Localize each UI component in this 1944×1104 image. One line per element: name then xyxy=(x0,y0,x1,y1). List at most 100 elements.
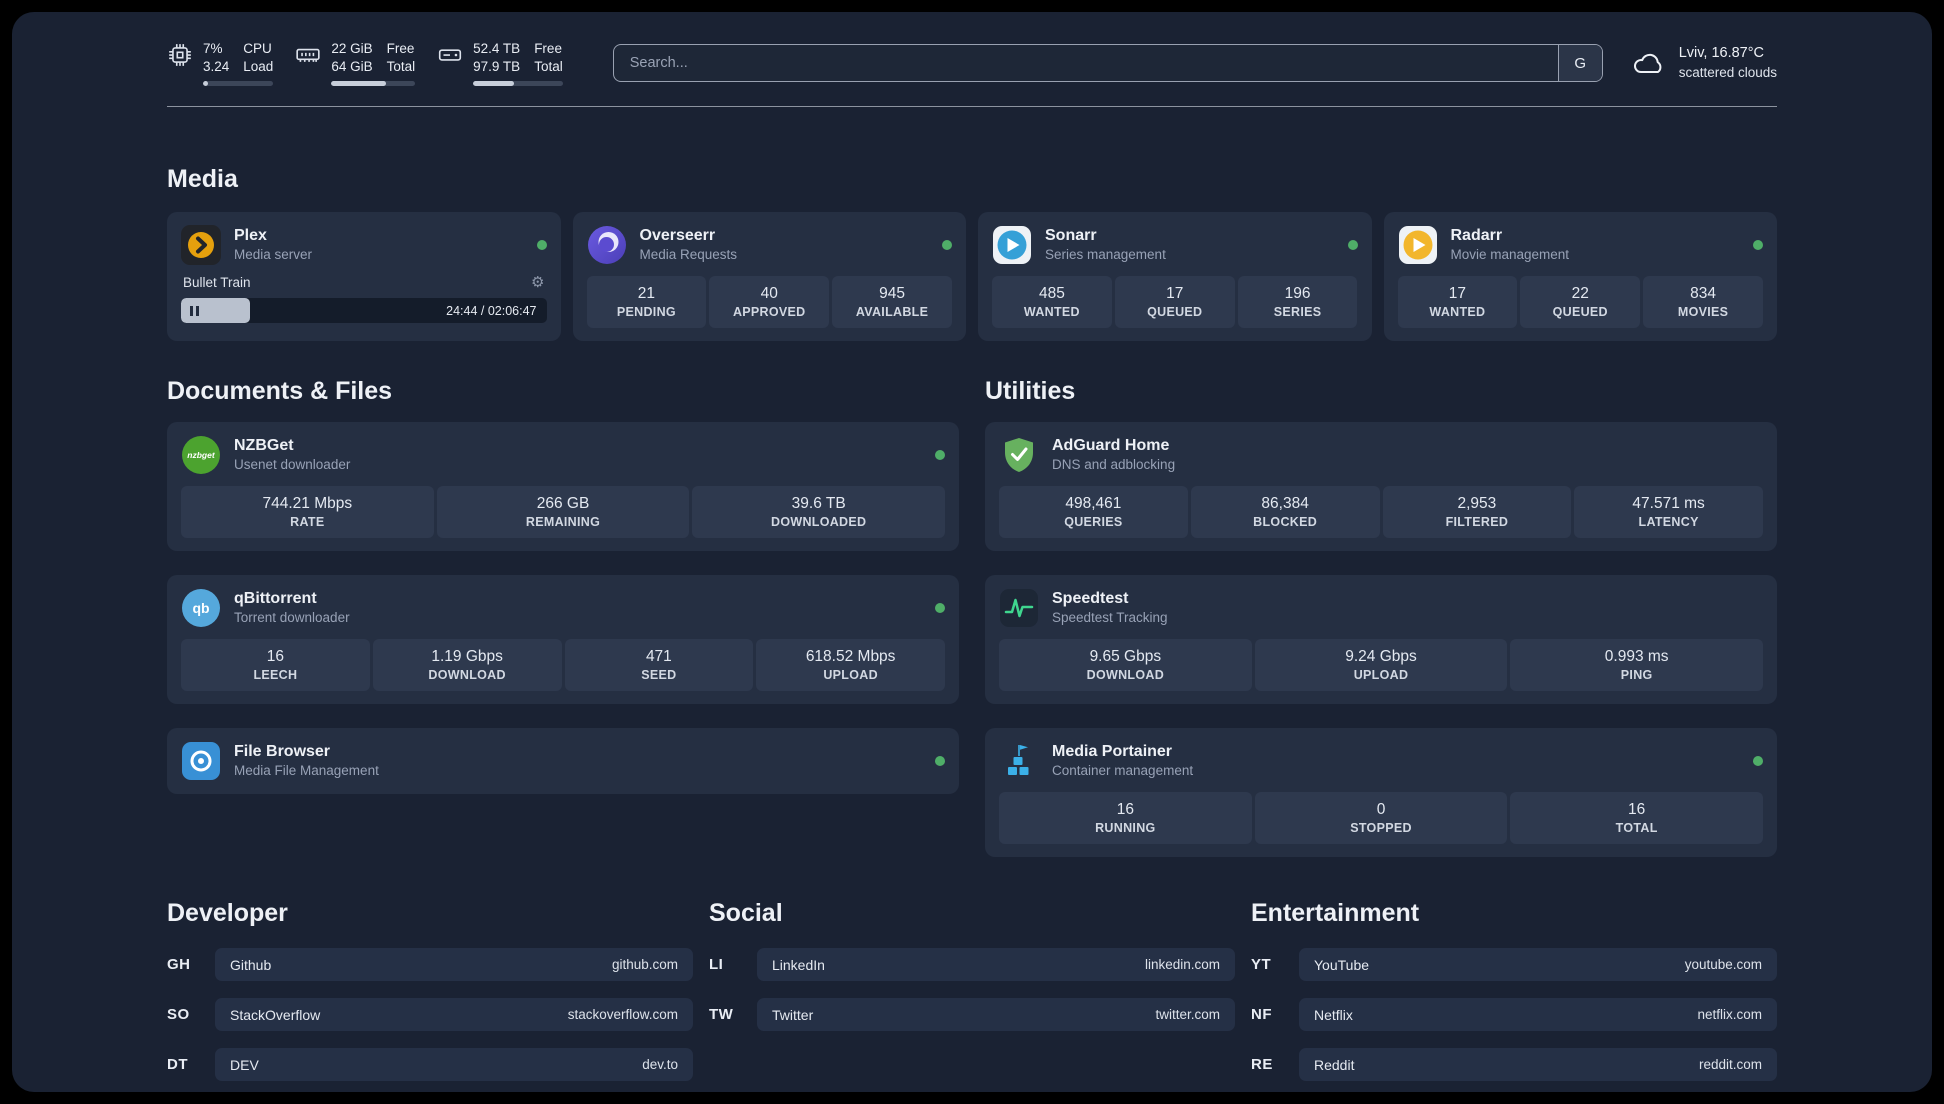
stat-value: 9.24 Gbps xyxy=(1345,648,1417,666)
bookmark-stackoverflow[interactable]: SO StackOverflow stackoverflow.com xyxy=(167,998,693,1032)
stat-label: DOWNLOADED xyxy=(771,515,867,530)
stat-value: 39.6 TB xyxy=(791,495,846,513)
cpu-label-top: CPU xyxy=(243,41,272,56)
stat-value: 266 GB xyxy=(536,495,590,513)
search-input[interactable] xyxy=(613,45,1558,82)
stat-label: WANTED xyxy=(1429,305,1486,320)
ram-icon xyxy=(296,48,320,62)
bookmark-abbr: TW xyxy=(709,1006,734,1024)
cpu-label-bottom: Load xyxy=(243,58,274,74)
stat-tile: 9.24 Gbps UPLOAD xyxy=(1254,639,1508,692)
playback-progress-bar[interactable]: 24:44 / 02:06:47 xyxy=(181,298,547,324)
bookmark-youtube[interactable]: YT YouTube youtube.com xyxy=(1251,948,1777,982)
bookmark-linkedin[interactable]: LI LinkedIn linkedin.com xyxy=(709,948,1235,982)
section-title-social: Social xyxy=(709,899,783,928)
app-card-sonarr[interactable]: Sonarr Series management 485 WANTED 17 Q… xyxy=(978,212,1372,342)
stat-tile: 21 PENDING xyxy=(586,276,707,329)
status-dot xyxy=(1753,756,1763,767)
weather-location: Lviv, 16.87°C xyxy=(1678,45,1765,62)
status-dot xyxy=(942,240,952,251)
app-card-speedtest[interactable]: Speedtest Speedtest Tracking 9.65 Gbps D… xyxy=(985,575,1777,705)
bookmarks-entertainment: Entertainment YT YouTube youtube.com NF … xyxy=(1251,899,1777,1082)
stat-tile: 834 MOVIES xyxy=(1643,276,1763,329)
stat-label: QUERIES xyxy=(1064,515,1123,530)
app-desc: Speedtest Tracking xyxy=(1052,610,1168,626)
stat-label: RUNNING xyxy=(1095,821,1156,836)
stat-label: DOWNLOAD xyxy=(1086,668,1165,683)
app-desc: Container management xyxy=(1052,763,1194,779)
stat-label: AVAILABLE xyxy=(855,305,929,320)
stat-tile: 47.571 ms LATENCY xyxy=(1574,486,1763,539)
stat-value: 2,953 xyxy=(1457,495,1497,513)
bookmark-name: Reddit xyxy=(1314,1056,1355,1073)
ram-total-value: 64 GiB xyxy=(331,58,373,74)
dashboard: 7% 3.24 CPU Load 22 GiB 64 GiB Free Tota… xyxy=(12,12,1932,1092)
stat-tile: 196 SERIES xyxy=(1237,276,1358,329)
status-dot xyxy=(935,450,945,461)
bookmark-twitter[interactable]: TW Twitter twitter.com xyxy=(709,998,1235,1032)
media-row: Plex Media server Bullet Train ⚙ 24:44 /… xyxy=(167,212,1777,342)
section-title-media: Media xyxy=(167,165,238,194)
search-engine-button[interactable]: G xyxy=(1557,45,1602,82)
bookmark-github[interactable]: GH Github github.com xyxy=(167,948,693,982)
bookmark-url: dev.to xyxy=(642,1057,678,1073)
gear-icon[interactable]: ⚙ xyxy=(531,273,544,291)
now-playing-widget: Bullet Train ⚙ 24:44 / 02:06:47 xyxy=(181,273,547,324)
stat-label: DOWNLOAD xyxy=(428,668,506,683)
bookmark-name: Netflix xyxy=(1314,1006,1353,1023)
stat-label: WANTED xyxy=(1023,305,1080,320)
app-card-radarr[interactable]: Radarr Movie management 17 WANTED 22 QUE… xyxy=(1383,212,1777,342)
ram-widget: 22 GiB 64 GiB Free Total xyxy=(295,40,416,87)
nzbget-icon: nzbget xyxy=(181,435,221,475)
app-card-plex[interactable]: Plex Media server Bullet Train ⚙ 24:44 /… xyxy=(167,212,561,342)
bookmark-url: stackoverflow.com xyxy=(567,1007,678,1023)
bookmark-abbr: RE xyxy=(1251,1056,1273,1074)
bookmark-dev[interactable]: DT DEV dev.to xyxy=(167,1048,693,1082)
app-card-adguard[interactable]: AdGuard Home DNS and adblocking 498,461 … xyxy=(985,422,1777,552)
disk-total-value: 97.9 TB xyxy=(473,58,521,74)
stat-tile: 1.19 Gbps DOWNLOAD xyxy=(372,639,562,692)
sonarr-icon xyxy=(992,225,1032,265)
pause-icon[interactable] xyxy=(190,305,199,316)
stat-label: LEECH xyxy=(253,668,298,683)
app-card-nzbget[interactable]: nzbget NZBGet Usenet downloader 744.21 M… xyxy=(167,422,959,552)
bookmark-reddit[interactable]: RE Reddit reddit.com xyxy=(1251,1048,1777,1082)
stat-tile: 40 APPROVED xyxy=(709,276,830,329)
ram-label-bottom: Total xyxy=(386,58,416,74)
stat-tile: 2,953 FILTERED xyxy=(1382,486,1572,539)
adguard-icon xyxy=(999,435,1039,475)
stat-value: 1.19 Gbps xyxy=(431,648,503,666)
app-card-qbittorrent[interactable]: qb qBittorrent Torrent downloader 16 LEE… xyxy=(167,575,959,705)
cpu-widget: 7% 3.24 CPU Load xyxy=(167,40,274,87)
app-desc: DNS and adblocking xyxy=(1052,457,1176,473)
app-desc: Media server xyxy=(234,247,313,263)
stat-label: APPROVED xyxy=(732,305,806,320)
app-desc: Torrent downloader xyxy=(234,610,350,626)
app-card-overseerr[interactable]: Overseerr Media Requests 21 PENDING 40 A… xyxy=(572,212,966,342)
plex-icon xyxy=(181,225,221,266)
stat-label: UPLOAD xyxy=(1353,668,1409,683)
app-card-portainer[interactable]: Media Portainer Container management 16 … xyxy=(985,728,1777,858)
bookmarks-section: Developer GH Github github.com SO StackO… xyxy=(167,899,1777,1092)
top-bar: 7% 3.24 CPU Load 22 GiB 64 GiB Free Tota… xyxy=(167,12,1777,87)
status-dot xyxy=(536,240,547,251)
stat-value: 471 xyxy=(645,648,672,666)
bookmark-abbr: DT xyxy=(167,1056,188,1074)
stat-tile: 16 LEECH xyxy=(181,639,370,692)
bookmark-name: DEV xyxy=(230,1056,259,1073)
bookmark-url: youtube.com xyxy=(1684,957,1762,973)
bookmark-netflix[interactable]: NF Netflix netflix.com xyxy=(1251,998,1777,1032)
bookmark-abbr: YT xyxy=(1251,956,1272,974)
stat-value: 485 xyxy=(1038,285,1065,303)
topbar-divider xyxy=(167,106,1777,108)
stat-label: SERIES xyxy=(1273,305,1322,320)
svg-text:nzbget: nzbget xyxy=(187,450,216,460)
app-card-filebrowser[interactable]: File Browser Media File Management xyxy=(167,728,959,795)
app-desc: Usenet downloader xyxy=(234,457,351,473)
bookmark-abbr: SO xyxy=(167,1006,190,1024)
stat-label: QUEUED xyxy=(1552,305,1608,320)
documents-column: Documents & Files nzbget NZBGet Usenet d… xyxy=(167,341,959,857)
disk-widget: 52.4 TB 97.9 TB Free Total xyxy=(437,40,563,87)
stat-value: 9.65 Gbps xyxy=(1089,648,1162,666)
stat-value: 21 xyxy=(637,285,656,303)
